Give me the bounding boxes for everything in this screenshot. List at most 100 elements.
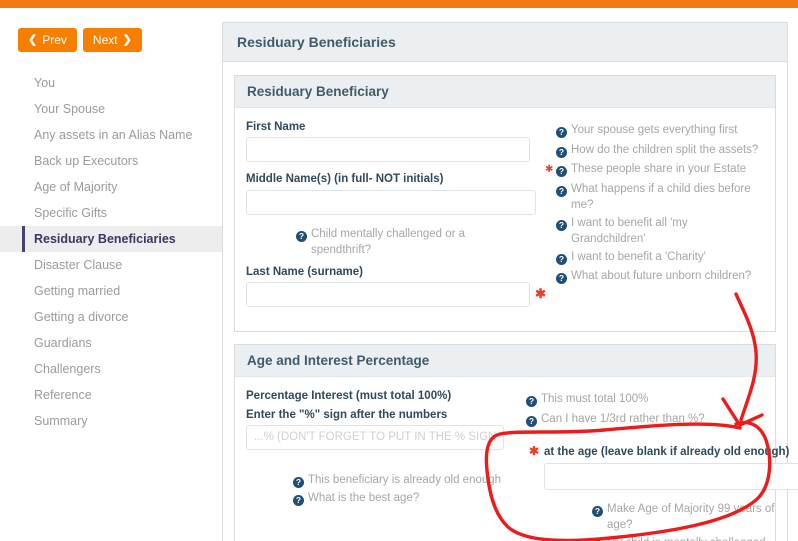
help-icon: ?: [556, 124, 567, 141]
beneficiary-help-links: ? Your spouse gets everything first ? Ho…: [556, 122, 764, 287]
age-label: at the age (leave blank if already old e…: [544, 445, 798, 459]
help-link-label: Child mentally challenged or a spendthri…: [311, 226, 506, 259]
next-button-label: Next: [93, 34, 118, 46]
sidebar-item-label: Your Spouse: [34, 102, 105, 116]
help-link-label: Make Age of Majority 99 years of age?: [607, 501, 798, 534]
sidebar-item-label: Guardians: [34, 336, 92, 350]
help-link-charity[interactable]: ? I want to benefit a 'Charity': [556, 249, 764, 268]
age-interest-card-title: Age and Interest Percentage: [235, 345, 775, 377]
help-link-age-of-majority-99[interactable]: ? Make Age of Majority 99 years of age?: [592, 501, 798, 534]
middle-name-input[interactable]: [246, 190, 536, 215]
sidebar-item-label: Reference: [34, 388, 92, 402]
help-link-label: This beneficiary is already old enough: [308, 472, 501, 489]
percentage-label: Percentage Interest (must total 100%): [246, 389, 516, 403]
percentage-input[interactable]: [246, 425, 504, 450]
sidebar-item-label: Any assets in an Alias Name: [34, 128, 192, 142]
last-name-required-asterisk: ✱: [535, 282, 546, 306]
help-link-unborn-children[interactable]: ? What about future unborn children?: [556, 268, 764, 287]
percentage-column: Percentage Interest (must total 100%) En…: [246, 389, 516, 541]
sidebar-item-label: Challengers: [34, 362, 101, 376]
sidebar-item-label: Summary: [34, 414, 87, 428]
sidebar-item-you[interactable]: You: [0, 70, 222, 96]
prev-button-label: Prev: [42, 34, 67, 46]
help-link-label: I want to benefit a 'Charity': [571, 249, 706, 266]
help-link-label: Can I have 1/3rd rather than %?: [541, 411, 705, 428]
sidebar-item-reference[interactable]: Reference: [0, 382, 222, 408]
percentage-sublabel: Enter the "%" sign after the numbers: [246, 408, 516, 422]
sidebar-item-specific-gifts[interactable]: Specific Gifts: [0, 200, 222, 226]
help-link-best-age[interactable]: ? What is the best age?: [293, 490, 516, 509]
middle-name-label: Middle Name(s) (in full- NOT initials): [246, 172, 546, 186]
first-name-group: First Name ✱: [246, 120, 546, 162]
help-link-children-split[interactable]: ? How do the children split the assets?: [556, 142, 764, 161]
help-link-label: These people share in your Estate: [571, 161, 746, 178]
help-link-one-third[interactable]: ? Can I have 1/3rd rather than %?: [526, 411, 798, 430]
residuary-beneficiary-card: Residuary Beneficiary First Name ✱: [234, 75, 776, 332]
sidebar-item-challengers[interactable]: Challengers: [0, 356, 222, 382]
first-name-input[interactable]: [246, 137, 530, 162]
sidebar-nav-list: You Your Spouse Any assets in an Alias N…: [0, 70, 222, 434]
help-icon: ?: [296, 228, 307, 245]
sidebar-item-alias-name[interactable]: Any assets in an Alias Name: [0, 122, 222, 148]
last-name-group: Last Name (surname) ✱: [246, 265, 546, 307]
last-name-input[interactable]: [246, 282, 530, 307]
top-accent-bar: [0, 0, 798, 8]
sidebar-item-label: Getting a divorce: [34, 310, 129, 324]
help-icon: ?: [556, 217, 567, 234]
middle-name-group: Middle Name(s) (in full- NOT initials): [246, 172, 546, 214]
chevron-right-icon: ❯: [123, 35, 132, 46]
help-link-grandchildren[interactable]: ? I want to benefit all 'my Grandchildre…: [556, 215, 764, 248]
age-required-asterisk: ✱: [529, 444, 539, 458]
sidebar: ❮ Prev Next ❯ You Your Spouse Any assets…: [0, 8, 222, 541]
help-link-already-old-enough[interactable]: ? This beneficiary is already old enough: [293, 472, 516, 491]
age-input[interactable]: [544, 463, 798, 490]
help-link-child-dies-before[interactable]: ? What happens if a child dies before me…: [556, 181, 764, 214]
wizard-nav-buttons: ❮ Prev Next ❯: [18, 28, 142, 52]
help-link-must-total-100[interactable]: ? This must total 100%: [526, 391, 798, 410]
help-link-child-mentally-challenged[interactable]: ? Child mentally challenged or a spendth…: [296, 226, 506, 259]
sidebar-item-disaster-clause[interactable]: Disaster Clause: [0, 252, 222, 278]
help-link-label: I want to benefit all 'my Grandchildren': [571, 215, 764, 248]
sidebar-item-label: Residuary Beneficiaries: [34, 232, 176, 246]
help-link-share-estate[interactable]: ? These people share in your Estate: [556, 161, 764, 180]
main-content-panel: Residuary Beneficiaries Residuary Benefi…: [222, 22, 788, 541]
help-link-label: My child is mentally challenged: [607, 535, 766, 541]
help-icon: ?: [526, 393, 537, 410]
sidebar-item-label: Getting married: [34, 284, 120, 298]
help-icon: ?: [293, 474, 304, 491]
beneficiary-help-column: ? Your spouse gets everything first ? Ho…: [546, 120, 764, 317]
help-icon: ?: [556, 251, 567, 268]
sidebar-item-your-spouse[interactable]: Your Spouse: [0, 96, 222, 122]
sidebar-item-guardians[interactable]: Guardians: [0, 330, 222, 356]
help-link-spouse-first[interactable]: ? Your spouse gets everything first: [556, 122, 764, 141]
help-icon: ?: [592, 537, 603, 541]
age-interest-card-body: Percentage Interest (must total 100%) En…: [235, 377, 775, 541]
panel-body: Residuary Beneficiary First Name ✱: [223, 62, 787, 541]
sidebar-item-label: You: [34, 76, 55, 90]
sidebar-item-getting-a-divorce[interactable]: Getting a divorce: [0, 304, 222, 330]
sidebar-item-age-of-majority[interactable]: Age of Majority: [0, 174, 222, 200]
next-button[interactable]: Next ❯: [83, 28, 142, 52]
age-interest-card: Age and Interest Percentage Percentage I…: [234, 344, 776, 541]
help-icon: ?: [293, 492, 304, 509]
help-link-my-child-mentally-challenged[interactable]: ? My child is mentally challenged: [592, 535, 798, 541]
app-root: ❮ Prev Next ❯ You Your Spouse Any assets…: [0, 0, 798, 541]
sidebar-item-getting-married[interactable]: Getting married: [0, 278, 222, 304]
help-icon: ?: [556, 183, 567, 200]
sidebar-item-back-up-executors[interactable]: Back up Executors: [0, 148, 222, 174]
help-icon: ?: [556, 163, 567, 180]
sidebar-item-label: Back up Executors: [34, 154, 138, 168]
sidebar-item-summary[interactable]: Summary: [0, 408, 222, 434]
help-icon: ?: [526, 413, 537, 430]
help-link-label: This must total 100%: [541, 391, 648, 408]
percentage-right-help-links: ? This must total 100% ? Can I have 1/3r…: [526, 391, 798, 429]
help-icon: ?: [556, 144, 567, 161]
sidebar-item-residuary-beneficiaries[interactable]: Residuary Beneficiaries: [0, 226, 222, 252]
beneficiary-fields-column: First Name ✱ Middle Name(s) (in full- NO…: [246, 120, 546, 317]
help-link-label: Your spouse gets everything first: [571, 122, 737, 139]
help-link-label: What is the best age?: [308, 490, 419, 507]
age-field-group: ✱ at the age (leave blank if already old…: [526, 445, 798, 541]
help-icon: ?: [592, 503, 603, 520]
prev-button[interactable]: ❮ Prev: [18, 28, 77, 52]
child-mentally-challenged-help[interactable]: ? Child mentally challenged or a spendth…: [296, 226, 506, 259]
